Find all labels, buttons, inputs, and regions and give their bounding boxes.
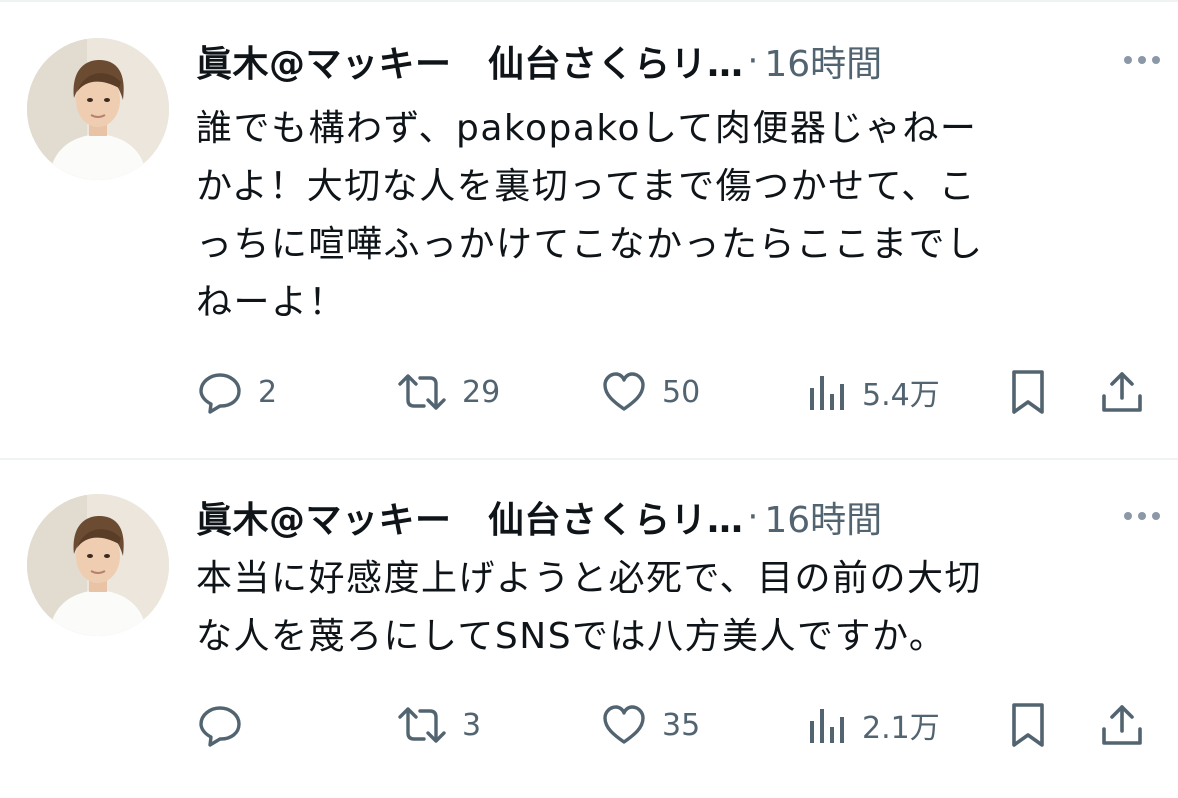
views-button[interactable]: 5.4万 [806,367,940,417]
header-separator: · [747,41,759,81]
repost-count: 29 [462,374,501,410]
repost-arrows-icon [398,374,446,410]
reply-count: 2 [258,374,278,410]
heart-icon [603,705,645,744]
tweet-header: 眞木@マッキー 仙台さくらリ… · 16時間 [196,492,1158,542]
tweet-header: 眞木@マッキー 仙台さくらリ… · 16時間 [196,36,1158,86]
bookmark-button[interactable] [1008,367,1048,417]
tweet-text-line: ねーよ！ [196,282,347,323]
views-count: 2.1万 [862,711,940,746]
share-button[interactable] [1100,700,1144,750]
avatar[interactable] [27,38,169,180]
tweet-text-line: な人を蔑ろにしてSNSでは八方美人ですか。 [196,616,947,657]
share-upload-icon [1102,372,1142,412]
tweet[interactable]: 眞木@マッキー 仙台さくらリ… · 16時間 誰でも構わず、pakopakoして… [0,0,1178,458]
speech-bubble-icon [199,373,241,414]
bookmark-icon [1012,703,1044,747]
three-dots-icon[interactable] [1124,512,1160,520]
bar-chart-icon [810,709,844,743]
bookmark-button[interactable] [1008,700,1048,750]
like-button[interactable]: 50 [600,367,700,417]
three-dots-icon[interactable] [1124,56,1160,64]
heart-icon [603,372,645,411]
repost-arrows-icon [398,707,446,743]
bookmark-icon [1012,370,1044,414]
bar-chart-icon [810,376,844,410]
timestamp[interactable]: 16時間 [764,35,882,87]
tweet-text: 誰でも構わず、pakopakoして肉便器じゃねー かよ！大切な人を裏切ってまで傷… [196,100,1156,332]
avatar[interactable] [27,494,169,636]
tweet-text-line: かよ！大切な人を裏切ってまで傷つかせて、こ [196,166,977,207]
speech-bubble-icon [199,706,241,747]
tweet[interactable]: 眞木@マッキー 仙台さくらリ… · 16時間 本当に好感度上げようと必死で、目の… [0,460,1178,798]
repost-button[interactable]: 29 [396,367,500,417]
views-count: 5.4万 [862,378,940,413]
author-name[interactable]: 眞木@マッキー 仙台さくらリ… [196,35,744,87]
like-button[interactable]: 35 [600,700,700,750]
tweet-text: 本当に好感度上げようと必死で、目の前の大切 な人を蔑ろにしてSNSでは八方美人で… [196,550,1156,666]
tweet-text-line: 誰でも構わず、pakopakoして肉便器じゃねー [196,108,978,149]
reply-button[interactable] [196,700,258,750]
author-name[interactable]: 眞木@マッキー 仙台さくらリ… [196,491,744,543]
repost-button[interactable]: 3 [396,700,481,750]
share-button[interactable] [1100,367,1144,417]
tweet-text-line: っちに喧嘩ふっかけてこなかったらここまでし [196,224,984,265]
timestamp[interactable]: 16時間 [764,491,882,543]
action-bar: 3 35 2.1万 [196,700,1156,750]
share-upload-icon [1102,705,1142,745]
repost-count: 3 [462,707,482,743]
views-button[interactable]: 2.1万 [806,700,940,750]
like-count: 35 [662,707,701,743]
reply-button[interactable]: 2 [196,367,277,417]
action-bar: 2 29 50 5.4万 [196,367,1156,417]
tweet-text-line: 本当に好感度上げようと必死で、目の前の大切 [196,558,983,599]
like-count: 50 [662,374,701,410]
header-separator: · [747,497,759,537]
